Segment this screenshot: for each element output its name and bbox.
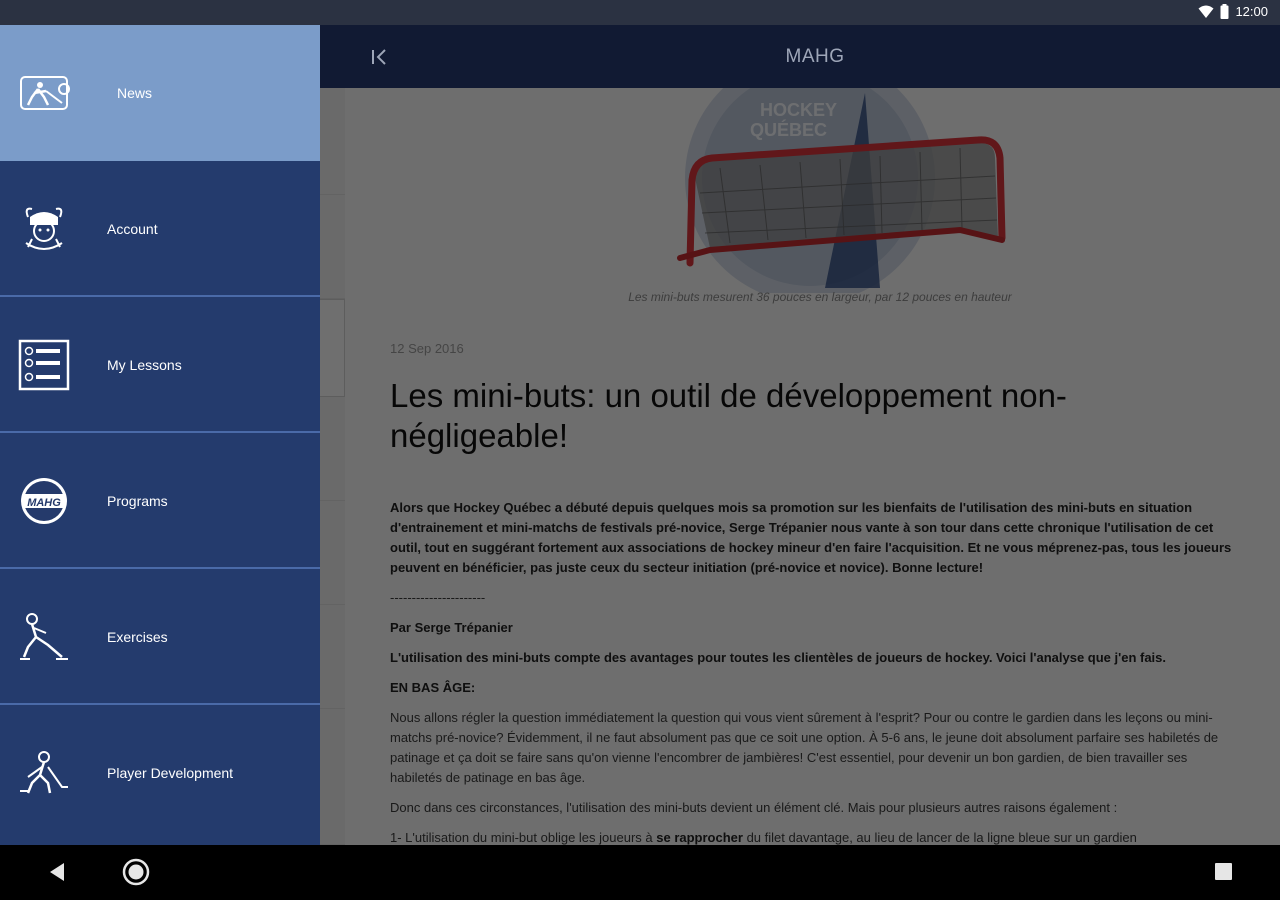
drawer-item-label: Account <box>107 221 158 237</box>
system-navigation-bar <box>0 845 1280 900</box>
app-bar: MAHG <box>320 25 1280 88</box>
recents-icon[interactable] <box>1209 857 1239 887</box>
navigation-drawer: News Account My Lessons MAHG Programs Ex… <box>0 25 320 845</box>
hero-logo-line2: QUÉBEC <box>750 119 827 140</box>
drawer-item-label: Programs <box>107 493 168 509</box>
list-item[interactable] <box>320 501 345 605</box>
hero-logo-line1: HOCKEY <box>760 100 837 120</box>
drawer-item-label: News <box>117 85 153 101</box>
list-item[interactable] <box>320 195 345 299</box>
article-title: Les mini-buts: un outil de développement… <box>390 377 1067 454</box>
checklist-icon <box>18 339 70 391</box>
player-with-stick-icon <box>20 751 68 794</box>
drawer-item-news[interactable]: News <box>0 25 320 161</box>
article-section-heading: EN BAS ÂGE: <box>390 680 476 695</box>
drawer-item-exercises[interactable]: Exercises <box>0 569 320 705</box>
list-item[interactable] <box>320 709 345 845</box>
article-hero-image: HOCKEY QUÉBEC <box>677 88 1006 293</box>
svg-text:MAHG: MAHG <box>27 497 61 509</box>
drawer-item-account[interactable]: Account <box>0 161 320 297</box>
list-item[interactable] <box>320 299 345 397</box>
drawer-item-player-development[interactable]: Player Development <box>0 705 320 845</box>
home-icon[interactable] <box>121 857 151 887</box>
list-item[interactable] <box>320 605 345 709</box>
app-title: MAHG <box>785 46 845 67</box>
list-item-text: 1- L'utilisation du mini-but oblige les … <box>390 830 657 845</box>
article-intro: Alors que Hockey Québec a débuté depuis … <box>390 500 1232 575</box>
skater-icon <box>20 613 68 660</box>
article-paragraph: Donc dans ces circonstances, l'utilisati… <box>390 800 1118 815</box>
article-author: Par Serge Trépanier <box>390 620 513 635</box>
article-view[interactable]: HOCKEY QUÉBEC Les mini-buts mesurent 36 … <box>320 88 1280 845</box>
status-icons: 12:00 <box>1198 4 1268 19</box>
back-icon[interactable] <box>42 857 72 887</box>
status-bar: 12:00 <box>0 0 1280 25</box>
list-item-text: du filet davantage, au lieu de lancer de… <box>742 830 1137 845</box>
article-lead: L'utilisation des mini-buts compte des a… <box>390 650 1167 665</box>
article-date: 12 Sep 2016 <box>390 341 464 356</box>
list-item-emphasis: se rapprocher <box>656 830 743 845</box>
article-separator: ---------------------- <box>390 590 486 605</box>
mahg-logo-icon: MAHG <box>21 478 67 524</box>
hockey-player-shield-icon <box>20 76 70 110</box>
article-list-item: 1- L'utilisation du mini-but oblige les … <box>390 828 1235 845</box>
wifi-icon <box>1198 5 1214 18</box>
article-paragraph: Nous allons régler la question immédiate… <box>390 710 1219 785</box>
list-item[interactable] <box>320 397 345 501</box>
list-item[interactable] <box>320 88 345 195</box>
drawer-item-my-lessons[interactable]: My Lessons <box>0 297 320 433</box>
news-list-peek <box>320 88 345 845</box>
battery-icon <box>1220 4 1229 19</box>
status-time: 12:00 <box>1235 4 1268 19</box>
viking-mascot-icon <box>25 207 63 250</box>
drawer-item-label: My Lessons <box>107 357 182 373</box>
image-caption: Les mini-buts mesurent 36 pouces en larg… <box>628 290 1012 304</box>
article-body: Alors que Hockey Québec a débuté depuis … <box>390 498 1235 845</box>
drawer-item-programs[interactable]: MAHG Programs <box>0 433 320 569</box>
drawer-item-label: Player Development <box>107 765 234 781</box>
drawer-item-label: Exercises <box>107 629 168 645</box>
